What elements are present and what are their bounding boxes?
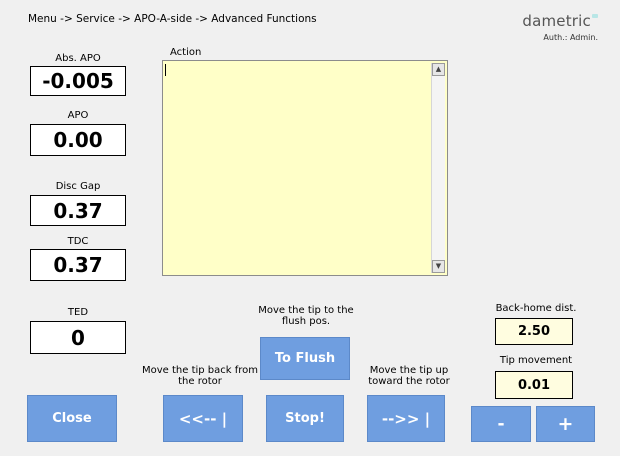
tdc-label: TDC xyxy=(67,236,89,247)
back-home-dist-label: Back-home dist. xyxy=(495,303,577,314)
toward-caption: Move the tip up toward the rotor xyxy=(368,365,450,387)
action-label: Action xyxy=(170,47,202,58)
brand-name: dametric xyxy=(522,12,591,30)
brand-logo: dametric xyxy=(522,12,598,30)
apo-label: APO xyxy=(67,110,89,121)
back-caption: Move the tip back from the rotor xyxy=(141,365,259,387)
ted-value: 0 xyxy=(30,321,126,354)
flush-caption: Move the tip to the flush pos. xyxy=(258,305,354,327)
apo-value: 0.00 xyxy=(30,124,126,156)
disc-gap-label: Disc Gap xyxy=(55,181,101,192)
decrement-button[interactable]: - xyxy=(471,406,531,442)
abs-apo-label: Abs. APO xyxy=(55,53,101,64)
action-scrollbar[interactable]: ▲ ▼ xyxy=(431,63,445,273)
increment-button[interactable]: + xyxy=(536,406,595,442)
disc-gap-value: 0.37 xyxy=(30,195,126,226)
ted-label: TED xyxy=(67,307,89,318)
abs-apo-value: -0.005 xyxy=(30,66,126,96)
tip-movement-label: Tip movement xyxy=(499,355,573,366)
close-button[interactable]: Close xyxy=(27,395,117,442)
move-toward-button[interactable]: -->> | xyxy=(367,395,445,442)
advanced-functions-screen: Menu -> Service -> APO-A-side -> Advance… xyxy=(0,0,620,456)
back-home-dist-field[interactable]: 2.50 xyxy=(495,318,573,345)
scroll-down-arrow-icon[interactable]: ▼ xyxy=(432,260,445,273)
move-back-button[interactable]: <<-- | xyxy=(163,395,243,442)
to-flush-button[interactable]: To Flush xyxy=(260,337,350,380)
action-log[interactable]: ▲ ▼ xyxy=(162,60,448,276)
auth-level: Auth.: Admin. xyxy=(543,33,598,42)
tip-movement-field[interactable]: 0.01 xyxy=(495,371,573,399)
scroll-up-arrow-icon[interactable]: ▲ xyxy=(432,63,445,76)
stop-button[interactable]: Stop! xyxy=(266,395,344,442)
tdc-value: 0.37 xyxy=(30,249,126,281)
brand-mark-icon xyxy=(592,14,598,18)
text-caret xyxy=(165,64,166,76)
breadcrumb: Menu -> Service -> APO-A-side -> Advance… xyxy=(28,13,317,25)
